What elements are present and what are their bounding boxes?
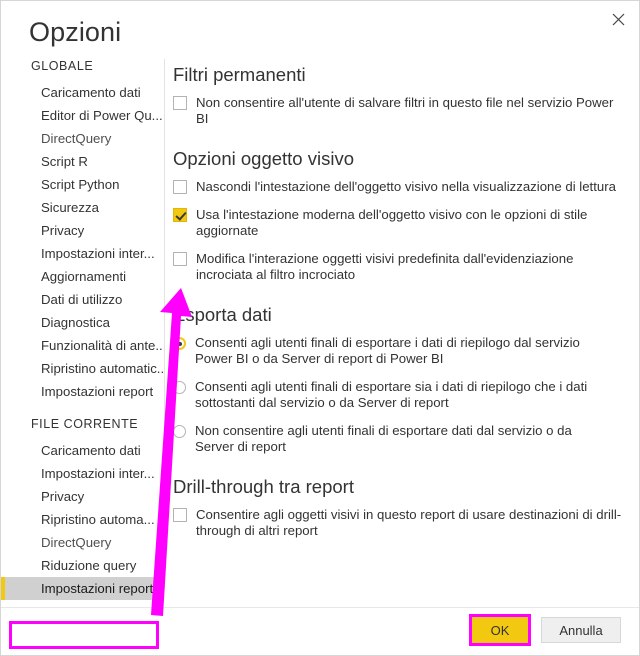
section-heading-drill-through: Drill-through tra report — [173, 476, 354, 497]
page-title: Opzioni — [29, 17, 122, 47]
settings-pane: Filtri permanenti Non consentire all'ute… — [173, 63, 623, 573]
option-label: Usa l'intestazione moderna dell'oggetto … — [196, 207, 588, 238]
option-row-nascondi-intestazione[interactable]: Nascondi l'intestazione dell'oggetto vis… — [173, 179, 623, 195]
sidebar-item-script-r[interactable]: Script R — [1, 150, 164, 173]
sidebar: GLOBALE Caricamento dati Editor di Power… — [1, 59, 164, 600]
option-label: Consentire agli oggetti visivi in questo… — [196, 507, 622, 538]
sidebar-item-file-privacy[interactable]: Privacy — [1, 485, 164, 508]
checkbox-nascondi-intestazione[interactable] — [173, 180, 187, 194]
section-heading-esporta-dati: Esporta dati — [173, 304, 272, 325]
option-row-drill-through-altri-report[interactable]: Consentire agli oggetti visivi in questo… — [173, 507, 623, 539]
sidebar-item-file-impostazioni-report[interactable]: Impostazioni report — [1, 577, 164, 600]
sidebar-item-impostazioni-report-globale[interactable]: Impostazioni report — [1, 380, 164, 403]
option-row-modifica-interazione[interactable]: Modifica l'interazione oggetti visivi pr… — [173, 251, 623, 283]
option-label: Non consentire all'utente di salvare fil… — [196, 95, 614, 126]
footer-divider — [1, 607, 639, 608]
sidebar-item-sicurezza[interactable]: Sicurezza — [1, 196, 164, 219]
option-label: Consenti agli utenti finali di esportare… — [195, 379, 588, 410]
sidebar-item-aggiornamenti[interactable]: Aggiornamenti — [1, 265, 164, 288]
option-row-non-consentire-salvare-filtri[interactable]: Non consentire all'utente di salvare fil… — [173, 95, 623, 127]
sidebar-divider — [164, 59, 165, 589]
radio-esporta-riepilogo-sottostanti[interactable] — [173, 381, 186, 394]
sidebar-item-privacy[interactable]: Privacy — [1, 219, 164, 242]
radio-non-consentire-esportare[interactable] — [173, 425, 186, 438]
checkbox-drill-through-altri-report[interactable] — [173, 508, 187, 522]
option-label: Consenti agli utenti finali di esportare… — [195, 335, 580, 366]
cancel-button[interactable]: Annulla — [541, 617, 621, 643]
option-row-non-consentire-esportare[interactable]: Non consentire agli utenti finali di esp… — [173, 423, 623, 455]
radio-esporta-riepilogo[interactable] — [173, 337, 186, 350]
ok-button[interactable]: OK — [469, 614, 531, 646]
option-label: Nascondi l'intestazione dell'oggetto vis… — [196, 179, 616, 194]
section-heading-opzioni-oggetto-visivo: Opzioni oggetto visivo — [173, 148, 354, 169]
option-row-esporta-riepilogo-sottostanti[interactable]: Consenti agli utenti finali di esportare… — [173, 379, 623, 411]
sidebar-group-label-globale: GLOBALE — [31, 59, 94, 73]
close-icon — [612, 13, 625, 26]
dialog-footer: OK Annulla — [469, 614, 621, 646]
option-row-intestazione-moderna[interactable]: Usa l'intestazione moderna dell'oggetto … — [173, 207, 623, 239]
sidebar-item-impostazioni-internazionali[interactable]: Impostazioni inter... — [1, 242, 164, 265]
sidebar-item-funzionalita-anteprima[interactable]: Funzionalità di ante... — [1, 334, 164, 357]
option-label: Non consentire agli utenti finali di esp… — [195, 423, 572, 454]
sidebar-item-dati-di-utilizzo[interactable]: Dati di utilizzo — [1, 288, 164, 311]
option-row-esporta-riepilogo[interactable]: Consenti agli utenti finali di esportare… — [173, 335, 623, 367]
sidebar-item-file-caricamento-dati[interactable]: Caricamento dati — [1, 439, 164, 462]
checkbox-intestazione-moderna[interactable] — [173, 208, 187, 222]
options-dialog: Opzioni GLOBALE Caricamento dati Editor … — [0, 0, 640, 656]
checkbox-modifica-interazione[interactable] — [173, 252, 187, 266]
sidebar-item-editor-power-query[interactable]: Editor di Power Qu... — [1, 104, 164, 127]
dialog-titlebar: Opzioni — [1, 1, 639, 59]
option-label: Modifica l'interazione oggetti visivi pr… — [196, 251, 574, 282]
sidebar-item-diagnostica[interactable]: Diagnostica — [1, 311, 164, 334]
section-heading-filtri-permanenti: Filtri permanenti — [173, 64, 306, 85]
sidebar-item-directquery[interactable]: DirectQuery — [1, 127, 164, 150]
close-button[interactable] — [601, 4, 635, 34]
sidebar-item-file-riduzione-query[interactable]: Riduzione query — [1, 554, 164, 577]
sidebar-item-ripristino-automatico[interactable]: Ripristino automatic... — [1, 357, 164, 380]
nav-highlight-box — [9, 621, 159, 649]
sidebar-item-script-python[interactable]: Script Python — [1, 173, 164, 196]
sidebar-item-caricamento-dati[interactable]: Caricamento dati — [1, 81, 164, 104]
sidebar-item-file-ripristino-automatico[interactable]: Ripristino automa... — [1, 508, 164, 531]
sidebar-item-file-impostazioni-internazionali[interactable]: Impostazioni inter... — [1, 462, 164, 485]
sidebar-group-label-file-corrente: FILE CORRENTE — [31, 417, 139, 431]
sidebar-item-file-directquery[interactable]: DirectQuery — [1, 531, 164, 554]
checkbox-non-consentire-salvare-filtri[interactable] — [173, 96, 187, 110]
